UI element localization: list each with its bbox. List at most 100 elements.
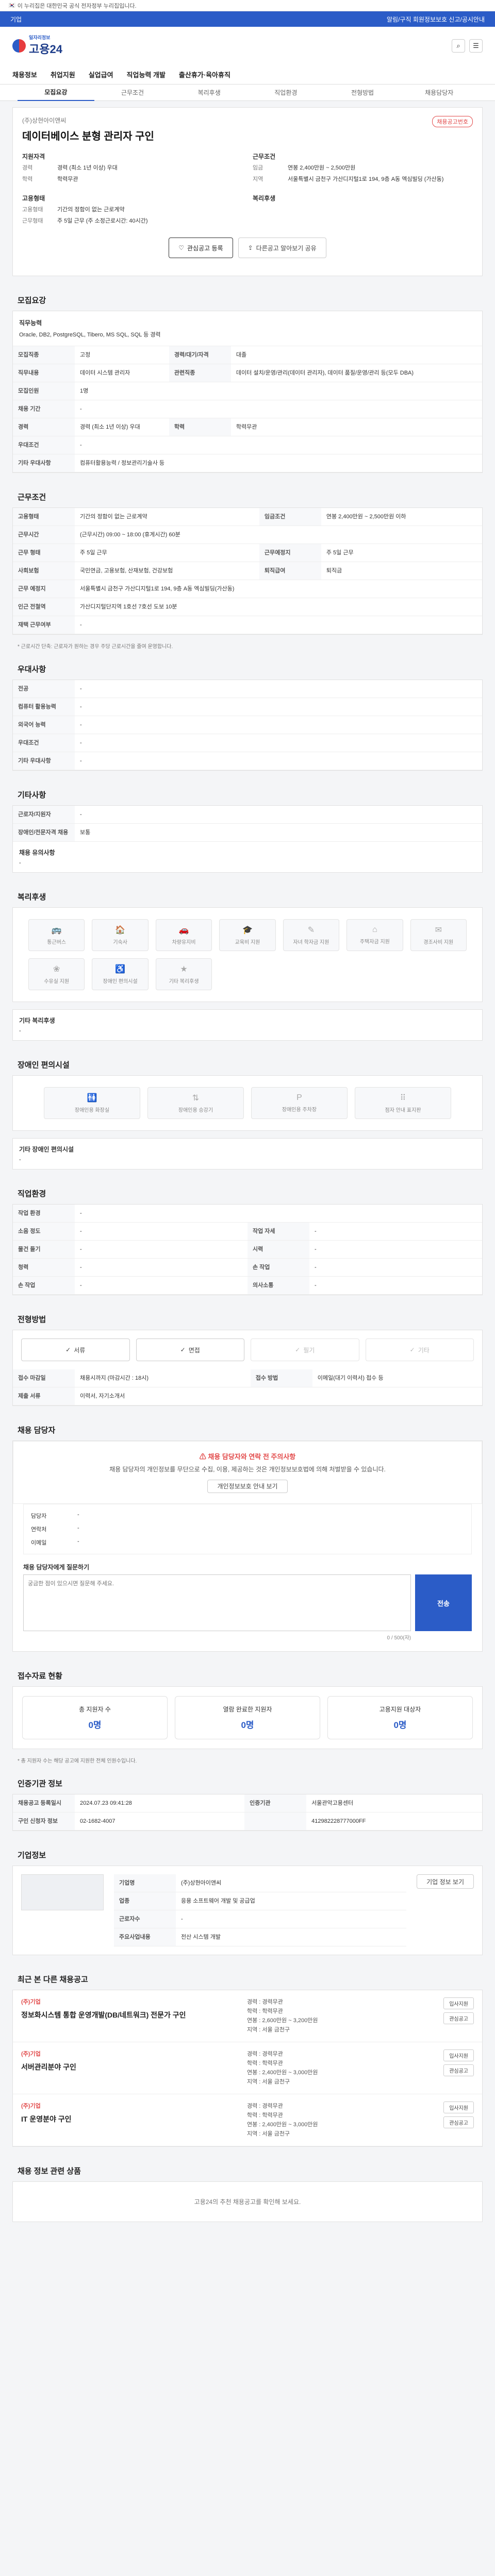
bookmark-button[interactable]: 관심공고 [443, 2116, 474, 2128]
field-value: 전산 시스템 개발 [176, 1928, 407, 1946]
table-row: 접수 마감일 채용시까지 (마감시간 : 18시) 접수 방법 이메일(대기 이력서)… [13, 1369, 482, 1387]
table-row: 작업 환경 - [13, 1205, 482, 1223]
table-row: 근무시간 (근무시간) 09:00 ~ 18:00 (휴게시간) 60분 [13, 526, 482, 544]
field-label: 물건 들기 [13, 1240, 75, 1259]
status-section: 총 지원자 수 0명 열람 완료한 지원자 0명 고용지원 대상자 0명 [12, 1686, 483, 1749]
disab-label: 장애인용 승강기 [178, 1108, 213, 1113]
nav-item[interactable]: 취업지원 [51, 70, 75, 79]
menu-icon[interactable]: ☰ [469, 39, 483, 53]
top-bar-left[interactable]: 기업 [10, 15, 22, 24]
rec-actions: 입사지원관심공고 [412, 2049, 474, 2087]
field-label: 우대조건 [13, 734, 75, 752]
apply-button[interactable]: 입사지원 [443, 2102, 474, 2113]
rec-item[interactable]: (주)기업 서버관리분야 구인 경력 : 경력무관 학력 : 학력무관 연봉 : 2,4… [13, 2042, 482, 2094]
section-title: 인증기관 정보 [18, 1780, 62, 1788]
benefit-item: ★ 기타 복리후생 [155, 958, 212, 990]
field-label: 컴퓨터 활용능력 [13, 698, 75, 716]
field-value: 학력무관 [230, 418, 482, 436]
rec-title[interactable]: 서버관리분야 구인 [21, 2062, 247, 2072]
field-label: 시력 [248, 1240, 309, 1259]
section-title: 기타사항 [18, 791, 46, 800]
table-row: 직무내용 데이터 시스템 관리자 관련직종 데이터 설치/운영/관리(데이터 관리자)… [13, 364, 482, 382]
field-label: 학력 [169, 418, 231, 436]
pref-section: 전공 - 컴퓨터 활용능력 - 외국어 능력 - 우대조건 - 기타 우대사항 - [12, 680, 483, 771]
disab-icon: ⇅ [192, 1094, 200, 1103]
field-value: 기간의 정함이 없는 근로계약 [75, 508, 259, 526]
nav-item[interactable]: 직업능력 개발 [127, 70, 166, 79]
nav-item[interactable]: 실업급여 [89, 70, 113, 79]
contact-alert: ⚠ 채용 담당자와 연락 전 주의사항 채용 담당자의 개인정보를 무단으로 수… [13, 1441, 482, 1504]
gov-banner: 🇰🇷 이 누리집은 대한민국 공식 전자정부 누리집입니다. [0, 0, 495, 11]
top-bar-right[interactable]: 알림/구직 회원정보보호 신고/공시안내 [387, 15, 485, 24]
benefit-section: 🚌 통근버스 🏠 기숙사 🚗 차량유지비 🎓 교육비 지원 ✎ 자녀 학자금 지원 ⌂ 주택자금 지원… [12, 907, 483, 1002]
table-row: 모집직종 고정 경력/대기/자격 대졸 [13, 346, 482, 364]
field-value: 서울관악고용센터 [306, 1794, 482, 1812]
apply-button[interactable]: 입사지원 [443, 1997, 474, 2009]
benefit-label: 주택자금 지원 [359, 939, 390, 945]
logo[interactable]: 일자리정보 고용24 [12, 35, 62, 57]
table-row: 재택 근무여부 - [13, 616, 482, 634]
job-tag: 채용공고번호 [432, 116, 473, 127]
nav-item[interactable]: 채용정보 [12, 70, 37, 79]
benefit-label: 차량유지비 [172, 940, 196, 945]
section-title: 복리후생 [18, 893, 46, 902]
tab-benefit[interactable]: 복리후생 [171, 85, 248, 100]
field-label: 기타 우대사항 [13, 454, 75, 472]
field-label: 근무시간 [13, 526, 75, 544]
scrap-button[interactable]: ♡ 관심공고 등록 [169, 238, 233, 258]
question-send-button[interactable]: 전송 [415, 1574, 472, 1631]
tab-howto[interactable]: 전형방법 [324, 85, 401, 100]
tab-recruit[interactable]: 모집요강 [18, 84, 94, 101]
corp-section: 기업명 (주)상현아이앤씨 업종 응용 소프트웨어 개발 및 공급업 근로자수 - 주요사업… [12, 1866, 483, 1955]
field-label: 업종 [114, 1892, 176, 1910]
search-icon[interactable]: ⌕ [452, 39, 465, 53]
job-summary: 채용공고번호 (주)상현아이앤씨 데이터베이스 분형 관리자 구인 지원자격 경… [12, 107, 483, 276]
field-value: - [75, 1240, 248, 1259]
cond-block: 근무조건 임금 연봉 2,400만원 ~ 2,500만원 지역 서울특별시 금천구 … [253, 153, 444, 182]
field-value: - [75, 1205, 482, 1223]
corp-info-button[interactable]: 기업 정보 보기 [417, 1874, 474, 1889]
section-title: 근무조건 [18, 493, 46, 502]
rec-meta-line: 경력 : 경력무관 [247, 1999, 283, 2005]
table-row: 장애인/전문자격 채용 보통 [13, 823, 482, 842]
rec-meta: 경력 : 경력무관 학력 : 학력무관 연봉 : 2,400만원 ~ 3,000만원… [247, 2102, 412, 2139]
tab-work[interactable]: 근무조건 [94, 85, 171, 100]
disab-item: ⠿ 점자 안내 표지판 [355, 1087, 451, 1119]
bookmark-button[interactable]: 관심공고 [443, 2012, 474, 2024]
privacy-button[interactable]: 개인정보보호 안내 보기 [207, 1480, 288, 1493]
bookmark-button[interactable]: 관심공고 [443, 2064, 474, 2076]
question-input[interactable] [23, 1574, 411, 1631]
rec-item[interactable]: (주)기업 정보화시스템 통합 운영개발(DB/네트워크) 전문가 구인 경력 : … [13, 1990, 482, 2042]
tab-contact[interactable]: 채용담당자 [401, 85, 477, 100]
share-button[interactable]: ⇪ 다른공고 알아보기 공유 [238, 238, 326, 258]
table-row: 인근 전철역 가산디지털단지역 1호선 7호선 도보 10분 [13, 598, 482, 616]
share-icon: ⇪ [248, 244, 253, 251]
apply-button[interactable]: 입사지원 [443, 2049, 474, 2061]
table-row: 채용 기간 - [13, 400, 482, 418]
stat-read: 열람 완료한 지원자 0명 [175, 1696, 320, 1739]
tab-env[interactable]: 직업환경 [248, 85, 324, 100]
disab-icon: ⠿ [400, 1094, 406, 1103]
rec-title[interactable]: IT 운영분야 구인 [21, 2114, 247, 2124]
section-title: 모집요강 [18, 296, 46, 305]
rec-meta-line: 지역 : 서울 금천구 [247, 2027, 290, 2033]
flag-icon: 🇰🇷 [8, 3, 15, 9]
rec-item[interactable]: (주)기업 IT 운영분야 구인 경력 : 경력무관 학력 : 학력무관 연봉 : 2,… [13, 2094, 482, 2146]
field-label: 근무 예정지 [13, 580, 75, 598]
rec-title[interactable]: 정보화시스템 통합 운영개발(DB/네트워크) 전문가 구인 [21, 2010, 247, 2020]
section-title: 우대사항 [18, 665, 46, 674]
rec-actions: 입사지원관심공고 [412, 2102, 474, 2139]
benefit-item: ♿ 장애인 편의시설 [92, 958, 148, 990]
check-icon: ✓ [295, 1346, 301, 1353]
skill-text: Oracle, DB2, PostgreSQL, Tibero, MS SQL,… [19, 332, 161, 338]
rec-meta-line: 지역 : 서울 금천구 [247, 2079, 290, 2085]
stat-support: 고용지원 대상자 0명 [327, 1696, 473, 1739]
env-table: 작업 환경 - 소음 정도 - 작업 자세 - 물건 들기 - 시력 - 청력 - 손 작업 - 손 작업 -… [13, 1205, 482, 1295]
disab-item: 🚻 장애인용 화장실 [44, 1087, 140, 1119]
field-label: 모집인원 [13, 382, 75, 400]
field-value: - [75, 734, 482, 752]
nav-item[interactable]: 출산휴가·육아휴직 [179, 70, 230, 79]
disab-section: 🚻 장애인용 화장실 ⇅ 장애인용 승강기 P 장애인용 주차장 ⠿ 점자 안내 표지판 [12, 1075, 483, 1131]
field-label: 관련직종 [169, 364, 231, 382]
field-value: (근무시간) 09:00 ~ 18:00 (휴게시간) 60분 [75, 526, 482, 544]
